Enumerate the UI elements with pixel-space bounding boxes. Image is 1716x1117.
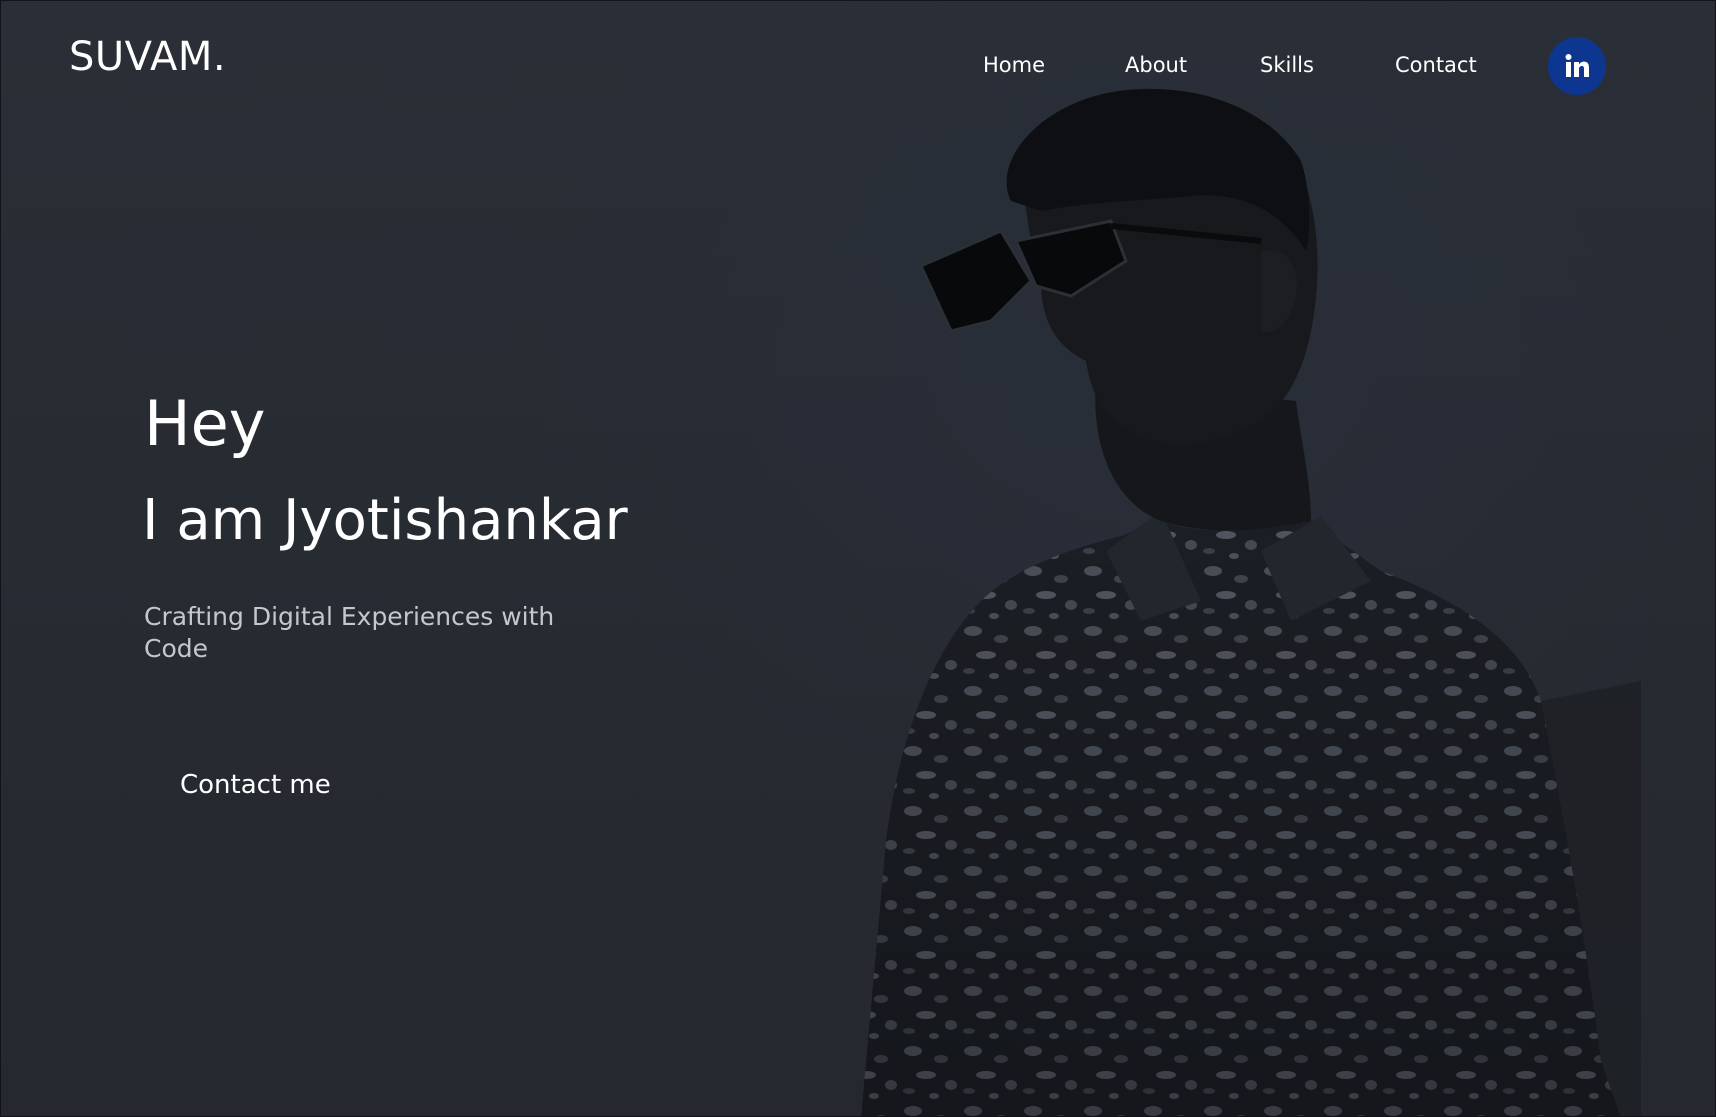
contact-me-button[interactable]: Contact me	[144, 757, 367, 813]
portrait-photo	[861, 88, 1641, 1116]
hero-page: SUVAM. Home About Skills Contact Hey I a…	[0, 0, 1716, 1117]
hero-name: I am Jyotishankar	[142, 488, 628, 553]
hero-greeting: Hey	[144, 387, 266, 460]
linkedin-icon	[1565, 54, 1589, 77]
hero-tagline: Crafting Digital Experiences with Code	[144, 602, 555, 663]
brand-logo[interactable]: SUVAM.	[69, 31, 226, 83]
nav-contact-link[interactable]: Contact	[1395, 45, 1477, 85]
nav-home-link[interactable]: Home	[983, 45, 1045, 85]
nav-about-link[interactable]: About	[1125, 45, 1187, 85]
linkedin-button[interactable]	[1548, 37, 1606, 95]
nav-skills-link[interactable]: Skills	[1260, 45, 1314, 85]
